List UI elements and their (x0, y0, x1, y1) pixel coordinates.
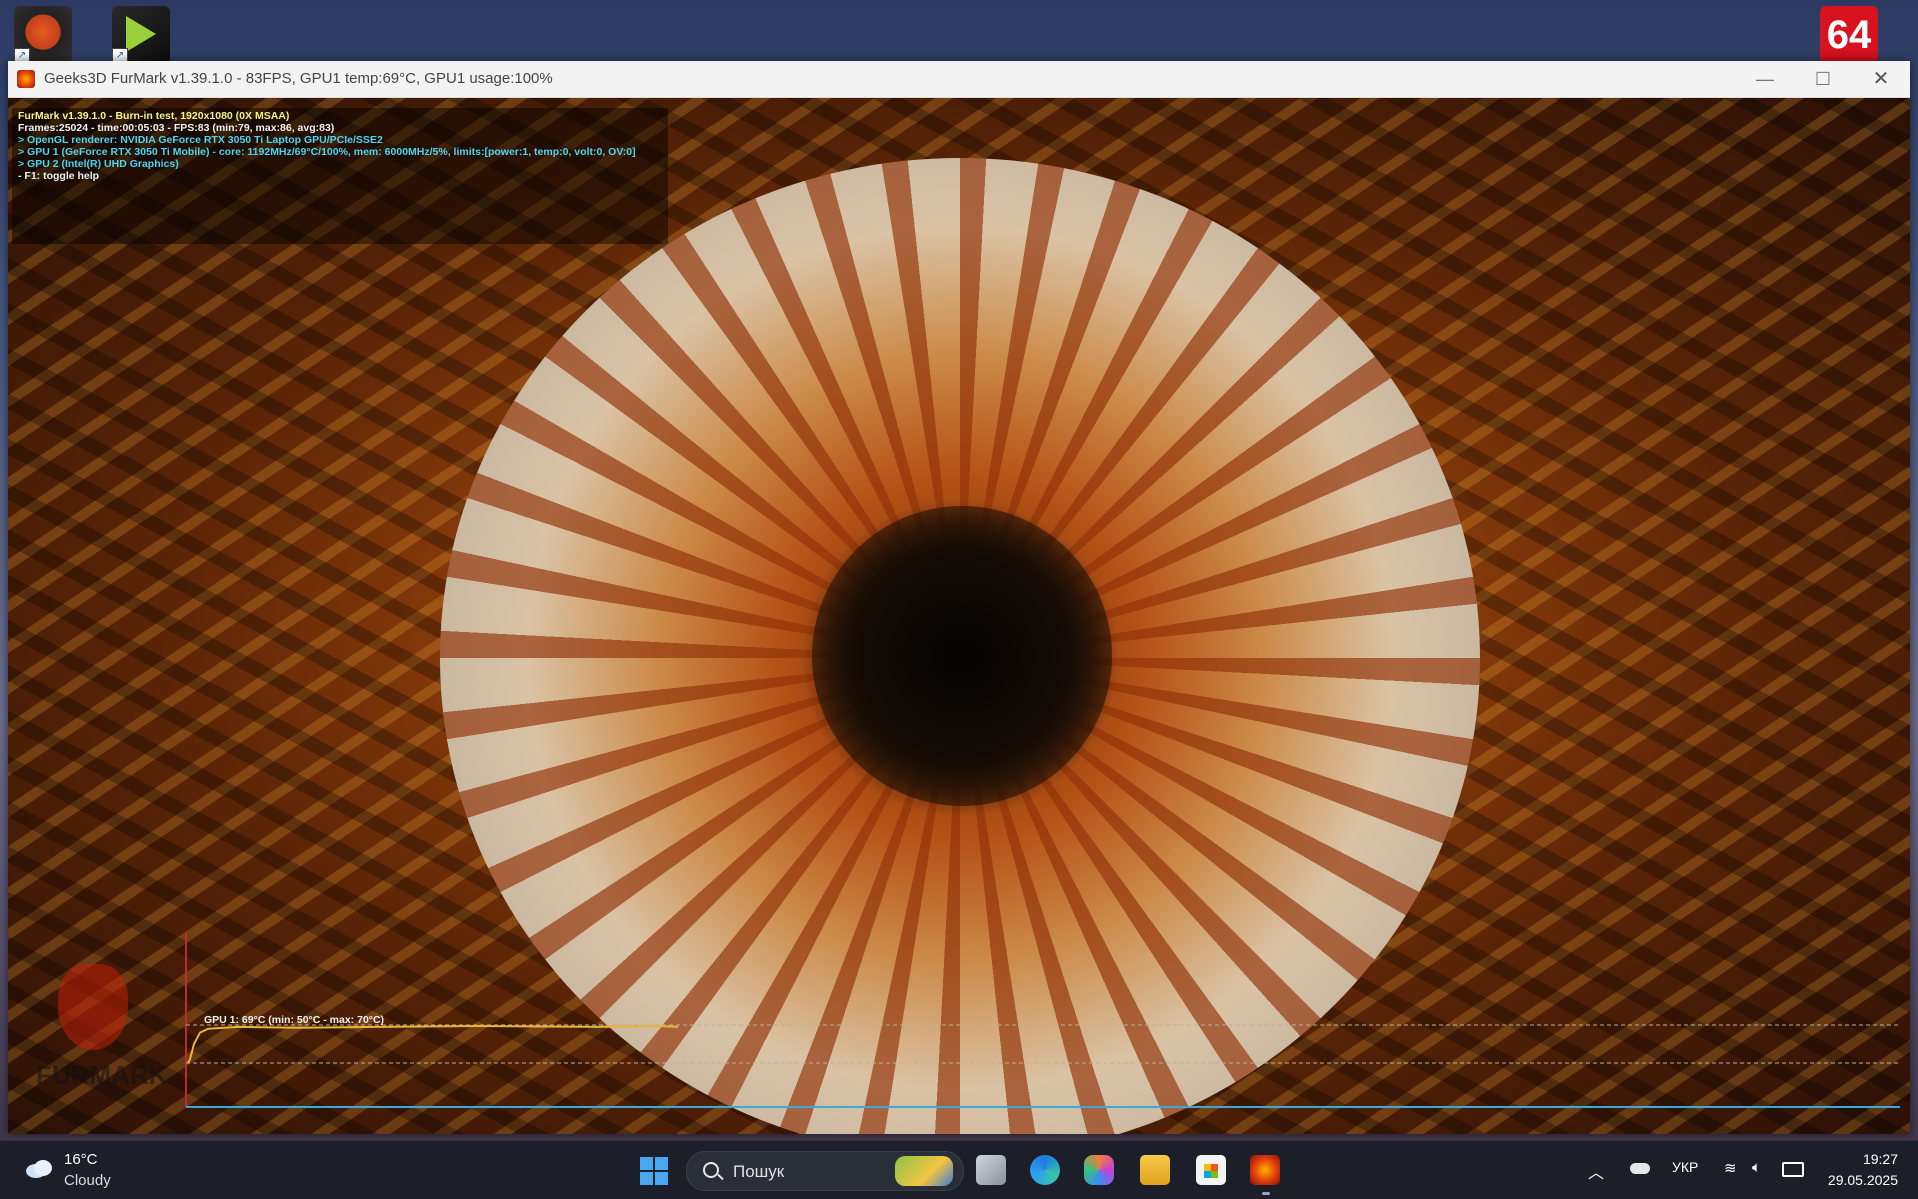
weather-condition[interactable]: Cloudy (64, 1172, 111, 1189)
temperature-line (187, 1024, 679, 1064)
start-button[interactable] (640, 1157, 670, 1187)
osd-line-gpu2: > GPU 2 (Intel(R) UHD Graphics) (18, 158, 179, 170)
furmark-window: Geeks3D FurMark v1.39.1.0 - 83FPS, GPU1 … (8, 61, 1910, 1134)
furmark-watermark-logo: FURMARK (36, 956, 167, 1106)
clock-time[interactable]: 19:27 (1826, 1151, 1898, 1167)
search-highlight-image (895, 1156, 953, 1186)
title-bar[interactable]: Geeks3D FurMark v1.39.1.0 - 83FPS, GPU1 … (8, 61, 1910, 98)
microsoft-store-icon[interactable] (1196, 1155, 1226, 1185)
osd-line-gpu1: > GPU 1 (GeForce RTX 3050 Ti Mobile) - c… (18, 146, 636, 158)
battery-icon[interactable] (1782, 1162, 1804, 1177)
aida64-desktop-icon[interactable]: 64 (1820, 6, 1878, 64)
weather-temperature[interactable]: 16°C (64, 1151, 98, 1168)
render-viewport[interactable]: FurMark v1.39.1.0 - Burn-in test, 1920x1… (8, 98, 1910, 1134)
wifi-icon[interactable]: ≋ (1724, 1159, 1737, 1177)
osd-panel: FurMark v1.39.1.0 - Burn-in test, 1920x1… (12, 108, 668, 244)
furmark-taskbar-icon[interactable] (1250, 1155, 1280, 1185)
search-placeholder: Пошук (733, 1162, 785, 1181)
graph-label: GPU 1: 69°C (min: 50°C - max: 70°C) (204, 1014, 384, 1026)
window-title: Geeks3D FurMark v1.39.1.0 - 83FPS, GPU1 … (44, 70, 553, 87)
sound-icon[interactable]: 🔈︎ (1752, 1159, 1761, 1176)
nvidia-desktop-icon[interactable]: ↗ (112, 6, 170, 64)
minimize-button[interactable]: — (1736, 61, 1794, 97)
furmark-app-icon[interactable] (17, 70, 35, 88)
furmark-logo-text: FURMARK (36, 1060, 168, 1090)
taskbar: 16°C Cloudy Пошук ︿ УКР ≋ 🔈︎ 19:27 29.05… (0, 1140, 1918, 1199)
onedrive-cloud-icon[interactable] (1630, 1163, 1650, 1174)
tray-overflow-chevron-icon[interactable]: ︿ (1588, 1159, 1604, 1183)
furmark-desktop-icon[interactable]: ↗ (14, 6, 72, 64)
search-icon (703, 1162, 719, 1178)
play-triangle-icon (126, 16, 156, 52)
flame-icon (58, 964, 128, 1050)
search-input[interactable]: Пошук (686, 1151, 964, 1191)
task-view-icon[interactable] (976, 1155, 1006, 1185)
clock-date[interactable]: 29.05.2025 (1818, 1172, 1898, 1188)
osd-line-renderer: > OpenGL renderer: NVIDIA GeForce RTX 30… (18, 134, 383, 146)
cloud-icon[interactable] (24, 1157, 54, 1179)
maximize-button[interactable]: ☐ (1794, 61, 1852, 97)
aida64-label: 64 (1826, 13, 1872, 57)
input-language[interactable]: УКР (1672, 1159, 1698, 1175)
osd-line-frames: Frames:25024 - time:00:05:03 - FPS:83 (m… (18, 122, 335, 134)
temperature-graph: GPU 1: 69°C (min: 50°C - max: 70°C) (185, 933, 1900, 1108)
file-explorer-icon[interactable] (1140, 1155, 1170, 1185)
edge-icon[interactable] (1030, 1155, 1060, 1185)
windows-logo-icon (640, 1157, 653, 1170)
copilot-icon[interactable] (1084, 1155, 1114, 1185)
active-app-indicator (1262, 1192, 1270, 1195)
eye-pupil (812, 506, 1112, 806)
osd-line-title: FurMark v1.39.1.0 - Burn-in test, 1920x1… (18, 110, 290, 122)
close-button[interactable]: ✕ (1852, 61, 1910, 97)
osd-line-help: - F1: toggle help (18, 170, 100, 182)
